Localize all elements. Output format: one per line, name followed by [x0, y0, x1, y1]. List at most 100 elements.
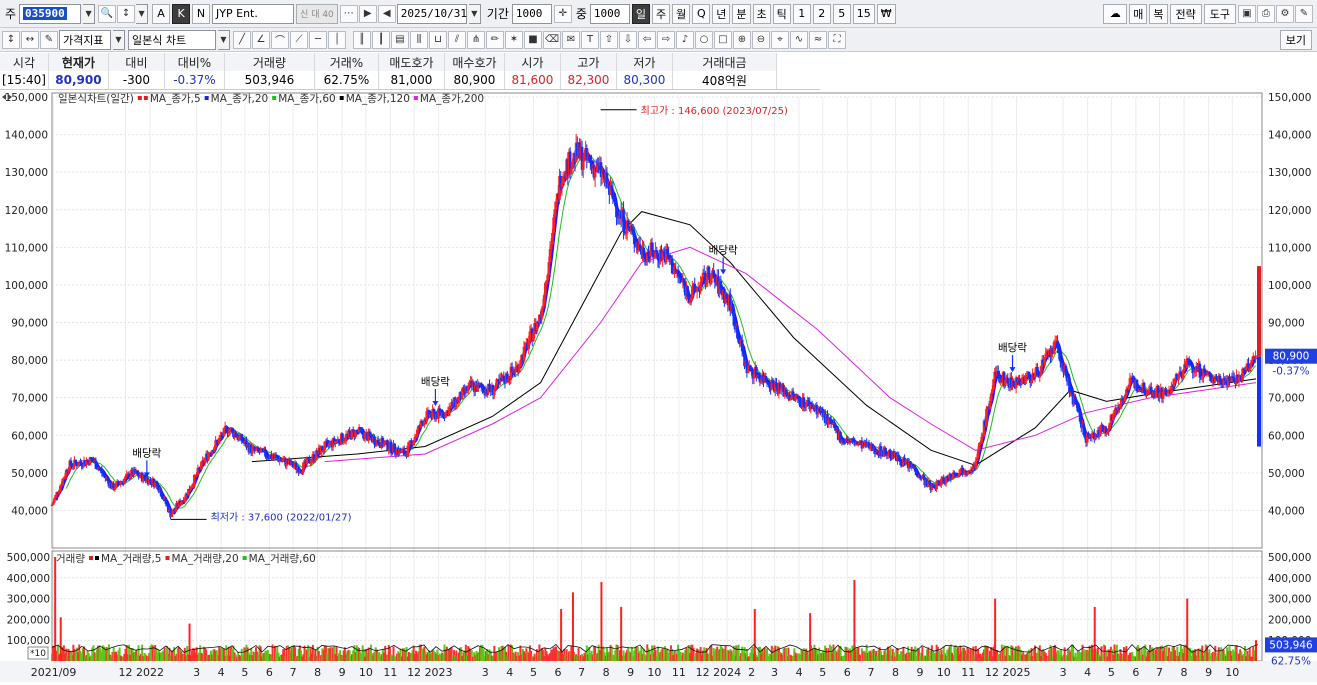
horizontal-line-icon[interactable]: ─: [309, 30, 327, 49]
more-icon[interactable]: ⋯: [339, 4, 358, 23]
price-legend-swatch: [413, 96, 418, 100]
date-dropdown[interactable]: ▼: [468, 3, 481, 24]
fibo-icon[interactable]: ║: [353, 30, 371, 49]
strategy-button[interactable]: 전략: [1169, 3, 1202, 24]
multi-button[interactable]: 복: [1149, 3, 1168, 24]
cycle-icon[interactable]: ⊔: [429, 30, 447, 49]
volume-legend-swatch: [165, 556, 170, 560]
view-button[interactable]: 보기: [1279, 29, 1312, 50]
left-arrow-icon[interactable]: ⇦: [638, 30, 656, 49]
wave-icon[interactable]: ∿: [790, 30, 808, 49]
time-tick-label: 8: [892, 666, 899, 679]
fullscreen-icon[interactable]: ⛶: [828, 30, 846, 49]
market-a-button[interactable]: A: [152, 3, 171, 24]
fan-icon[interactable]: ⟋: [290, 30, 308, 49]
eraser-icon[interactable]: ⌫: [543, 30, 561, 49]
down-arrow-icon[interactable]: ⇩: [619, 30, 637, 49]
trendline-icon[interactable]: ╱: [233, 30, 251, 49]
volume-legend-swatch: [242, 556, 247, 560]
crosshair-tool-icon[interactable]: ⌖: [771, 30, 789, 49]
channel-icon[interactable]: ⫼: [410, 30, 428, 49]
stock-name-field[interactable]: JYP Ent.: [212, 3, 295, 24]
cloud-icon[interactable]: ☁: [1103, 3, 1128, 24]
prev-arrow-icon[interactable]: ◀: [377, 4, 396, 23]
price-tick-left: 120,000: [5, 205, 48, 217]
volume-tick-right: 400,000: [1268, 573, 1311, 585]
period-input[interactable]: 1000: [511, 3, 552, 24]
angle-icon[interactable]: ∠: [252, 30, 270, 49]
currency-button[interactable]: ₩: [876, 3, 896, 24]
interval-month-button[interactable]: 월: [672, 3, 691, 24]
value-bid: 80,900: [444, 71, 505, 89]
magic-icon[interactable]: ✶: [505, 30, 523, 49]
grid-icon[interactable]: ▤: [391, 30, 409, 49]
date-input[interactable]: 2025/10/31: [396, 3, 467, 24]
stock-chart-svg[interactable]: 40,000 40,000 50,000 50,000 60,000 60,000 70,0…: [0, 91, 1317, 682]
next-arrow-icon[interactable]: ▶: [358, 4, 377, 23]
settings-icon[interactable]: ⚙: [1276, 4, 1294, 23]
candle-body: [1170, 385, 1173, 394]
arc-icon[interactable]: ⌒: [271, 30, 289, 49]
up-arrow-icon[interactable]: ⇧: [600, 30, 618, 49]
memo-icon[interactable]: ♪: [676, 30, 694, 49]
interval-1-button[interactable]: 1: [792, 3, 811, 24]
interval-second-button[interactable]: 초: [752, 3, 771, 24]
text-icon[interactable]: T: [581, 30, 599, 49]
sort-dropdown[interactable]: ▼: [136, 3, 149, 24]
candle-body: [1181, 369, 1185, 379]
price-tick-right: 60,000: [1268, 430, 1305, 442]
save-icon[interactable]: ▣: [1238, 4, 1256, 23]
parallel-icon[interactable]: ⫽: [448, 30, 466, 49]
interval-year-button[interactable]: 년: [712, 3, 731, 24]
market-k-button[interactable]: K: [172, 3, 191, 24]
interval-minute-button[interactable]: 분: [732, 3, 751, 24]
candle-body: [1024, 375, 1027, 384]
count-input[interactable]: 1000: [589, 3, 630, 24]
interval-week-button[interactable]: 주: [652, 3, 671, 24]
time-tick-label: 7: [868, 666, 875, 679]
wrench-icon[interactable]: ✎: [1295, 4, 1313, 23]
price-legend-item: MA_종가,5: [150, 93, 201, 105]
note-icon[interactable]: ✉: [562, 30, 580, 49]
rectangle-icon[interactable]: □: [714, 30, 732, 49]
quote-panel: 시각 현재가 대비 대비% 거래량 거래% 매도호가 매수호가 시가 고가 저가…: [0, 53, 820, 90]
pitchfork-icon[interactable]: ⋔: [467, 30, 485, 49]
edit-icon[interactable]: ✎: [40, 30, 58, 49]
time-tick-label: 2025: [1002, 666, 1030, 679]
chart-area[interactable]: 40,000 40,000 50,000 50,000 60,000 60,000 70,0…: [0, 91, 1317, 682]
gann-icon[interactable]: ┃: [372, 30, 390, 49]
search-icon[interactable]: 🔍: [98, 4, 117, 23]
circle-icon[interactable]: ○: [695, 30, 713, 49]
interval-day-button[interactable]: 일: [631, 3, 651, 24]
interval-15-button[interactable]: 15: [852, 3, 875, 24]
interval-tick-button[interactable]: 틱: [772, 3, 791, 24]
zoom-icon[interactable]: ⊕: [733, 30, 751, 49]
chart-type-dropdown[interactable]: ▼: [218, 29, 230, 50]
trade-button[interactable]: 매: [1129, 3, 1148, 24]
pencil-icon[interactable]: ✏: [486, 30, 504, 49]
sort-icon[interactable]: ↕: [117, 4, 136, 23]
indicator-dropdown[interactable]: ▼: [113, 29, 125, 50]
interval-quarter-button[interactable]: Q: [692, 3, 711, 24]
price-tick-right: 100,000: [1268, 280, 1311, 292]
time-tick-label: 10: [1225, 666, 1239, 679]
time-tick-label: 2023: [425, 666, 453, 679]
interval-5-button[interactable]: 5: [832, 3, 851, 24]
color-icon[interactable]: ■: [524, 30, 542, 49]
time-tick-label: 9: [339, 666, 346, 679]
indicator-field[interactable]: 가격지표: [59, 29, 111, 50]
crosshair-icon[interactable]: ✛: [553, 4, 572, 23]
zoom-out-icon[interactable]: ⊖: [752, 30, 770, 49]
stock-code-dropdown[interactable]: ▼: [83, 3, 96, 24]
right-arrow-icon[interactable]: ⇨: [657, 30, 675, 49]
wave2-icon[interactable]: ≈: [809, 30, 827, 49]
market-n-button[interactable]: N: [192, 3, 211, 24]
chart-type-select[interactable]: 일본식 차트: [128, 29, 216, 50]
interval-2-button[interactable]: 2: [812, 3, 831, 24]
horizontal-arrow-icon[interactable]: ↔: [21, 30, 39, 49]
vertical-line-icon[interactable]: │: [328, 30, 346, 49]
print-icon[interactable]: ⎙: [1257, 4, 1275, 23]
vertical-arrow-icon[interactable]: ↕: [2, 30, 20, 49]
stock-code-input[interactable]: 035900: [19, 3, 82, 24]
tools-button[interactable]: 도구: [1203, 3, 1236, 24]
